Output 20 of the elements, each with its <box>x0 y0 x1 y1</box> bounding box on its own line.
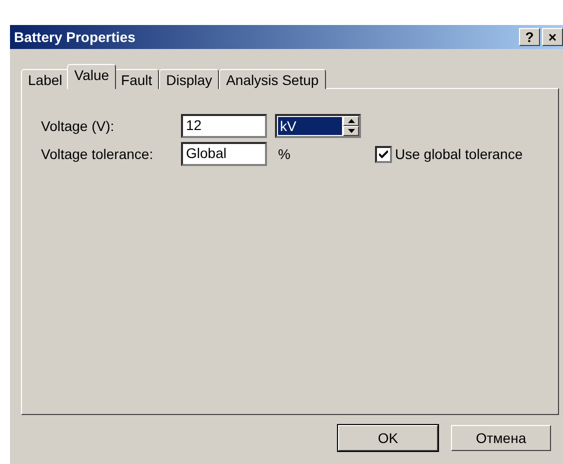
up-arrow-icon[interactable] <box>348 119 354 123</box>
unit-spinner[interactable]: kV <box>275 114 361 138</box>
tab[interactable]: Value <box>67 64 116 89</box>
tab[interactable]: Display <box>159 69 220 89</box>
dialog-button[interactable]: OK <box>338 425 438 451</box>
field-label: Voltage tolerance: <box>41 146 154 162</box>
check-icon <box>379 150 388 158</box>
tab[interactable]: Analysis Setup <box>219 69 326 89</box>
global-tolerance-checkbox[interactable]: Use global tolerance <box>375 146 523 162</box>
dialog-button[interactable]: Отмена <box>451 425 551 451</box>
tab[interactable]: Fault <box>114 69 160 89</box>
unit-label: % <box>277 146 292 162</box>
voltage-field[interactable]: 12 <box>181 114 267 138</box>
tab[interactable]: Label <box>21 69 70 89</box>
close-button[interactable]: × <box>542 28 563 46</box>
window-title: Battery Properties <box>14 29 136 45</box>
help-button[interactable]: ? <box>519 28 540 46</box>
field-label: Voltage (V): <box>41 118 116 134</box>
tolerance-field[interactable]: Global <box>181 142 267 166</box>
down-arrow-icon[interactable] <box>348 129 354 133</box>
